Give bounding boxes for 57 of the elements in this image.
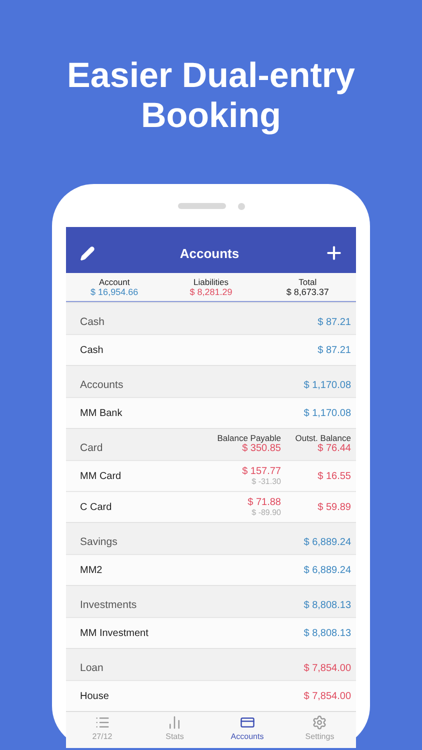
account-name: MM Bank xyxy=(80,408,122,418)
list-icon xyxy=(94,715,110,730)
settings-icon xyxy=(312,715,328,730)
group-name: Cash xyxy=(80,316,105,328)
outstanding-balance: $ 16.55 xyxy=(318,470,351,482)
account-amount: $ 1,170.08 xyxy=(304,408,351,418)
screen-title: Accounts xyxy=(180,246,240,260)
group-name: Accounts xyxy=(80,379,124,391)
headline: Easier Dual-entry xyxy=(67,56,355,96)
group-total: $ 350.85 xyxy=(242,443,281,454)
balance-note: $ -89.90 xyxy=(252,508,281,517)
speaker-icon xyxy=(178,203,226,209)
balance-payable: $ 71.88 xyxy=(248,497,281,508)
headline: Booking xyxy=(141,96,281,136)
account-row[interactable]: MM Card $ 157.77 $ -31.30 $ 16.55 xyxy=(66,460,356,491)
account-name: House xyxy=(80,690,109,702)
account-name: C Card xyxy=(80,502,112,512)
account-name: MM2 xyxy=(80,564,102,576)
summary-value: $ 16,954.66 xyxy=(90,287,138,297)
group-name: Investments xyxy=(80,599,137,611)
group-total: $ 76.44 xyxy=(318,443,351,454)
summary-label: Liabilities xyxy=(194,277,228,287)
balance-note: $ -31.30 xyxy=(252,477,281,486)
card-icon xyxy=(240,715,255,730)
account-name: MM Investment xyxy=(80,628,148,638)
account-row[interactable]: House $ 7,854.00 xyxy=(66,680,356,711)
outstanding-balance: $ 59.89 xyxy=(318,502,351,512)
group-total: $ 6,889.24 xyxy=(304,537,351,548)
group-name: Loan xyxy=(80,662,104,674)
summary-label: Total xyxy=(298,277,317,287)
account-row[interactable]: MM2 $ 6,889.24 xyxy=(66,554,356,585)
column-header: Outst. Balance xyxy=(295,433,351,443)
summary-value: $ 8,673.37 xyxy=(286,287,329,297)
group-total: $ 87.21 xyxy=(318,317,351,328)
group-total: $ 7,854.00 xyxy=(304,663,351,674)
account-row[interactable]: MM Investment $ 8,808.13 xyxy=(66,617,356,648)
account-amount: $ 87.21 xyxy=(318,344,351,356)
summary-label: Account xyxy=(98,277,130,287)
group-name: Savings xyxy=(80,536,118,548)
account-amount: $ 8,808.13 xyxy=(304,628,351,638)
group-total: $ 1,170.08 xyxy=(304,380,351,391)
account-amount: $ 7,854.00 xyxy=(304,690,351,702)
bar-chart-icon xyxy=(167,715,182,730)
account-row[interactable]: Cash $ 87.21 xyxy=(66,334,356,365)
edit-icon[interactable] xyxy=(80,246,95,260)
column-header: Balance Payable xyxy=(217,433,281,443)
account-row[interactable]: MM Bank $ 1,170.08 xyxy=(66,397,356,428)
account-name: MM Card xyxy=(80,470,122,482)
account-name: Cash xyxy=(80,344,104,356)
account-amount: $ 6,889.24 xyxy=(304,564,351,576)
camera-icon xyxy=(238,202,244,210)
group-total: $ 8,808.13 xyxy=(304,600,351,611)
balance-payable: $ 157.77 xyxy=(242,466,281,477)
account-row[interactable]: C Card $ 71.88 $ -89.90 $ 59.89 xyxy=(66,491,356,522)
tab[interactable]: Accounts xyxy=(211,712,284,748)
group-name: Card xyxy=(80,442,103,454)
summary-value: $ 8,281.29 xyxy=(190,287,232,297)
